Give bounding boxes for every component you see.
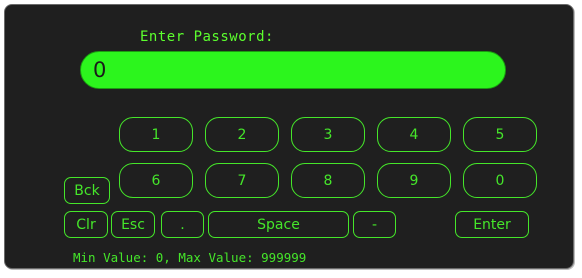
password-value: 0 bbox=[93, 58, 107, 82]
password-keypad-panel: Enter Password: 0 1 2 3 4 5 Bck 6 7 8 9 … bbox=[4, 4, 574, 269]
enter-button[interactable]: Enter bbox=[455, 211, 529, 238]
window-frame: Enter Password: 0 1 2 3 4 5 Bck 6 7 8 9 … bbox=[0, 0, 582, 278]
key-9-button[interactable]: 9 bbox=[377, 163, 451, 198]
key-2-button[interactable]: 2 bbox=[205, 117, 279, 152]
escape-button[interactable]: Esc bbox=[111, 211, 155, 238]
dialog-title: Enter Password: bbox=[140, 29, 274, 45]
key-4-button[interactable]: 4 bbox=[377, 117, 451, 152]
key-0-button[interactable]: 0 bbox=[463, 163, 537, 198]
space-button[interactable]: Space bbox=[208, 211, 349, 238]
minus-button[interactable]: - bbox=[353, 211, 396, 238]
decimal-point-button[interactable]: . bbox=[161, 211, 204, 238]
clear-button[interactable]: Clr bbox=[64, 211, 108, 238]
backspace-button[interactable]: Bck bbox=[64, 177, 110, 204]
key-1-button[interactable]: 1 bbox=[119, 117, 193, 152]
key-6-button[interactable]: 6 bbox=[119, 163, 193, 198]
key-7-button[interactable]: 7 bbox=[205, 163, 279, 198]
key-3-button[interactable]: 3 bbox=[291, 117, 365, 152]
value-range-hint: Min Value: 0, Max Value: 999999 bbox=[73, 250, 307, 265]
password-display-field[interactable]: 0 bbox=[80, 51, 506, 89]
key-8-button[interactable]: 8 bbox=[291, 163, 365, 198]
key-5-button[interactable]: 5 bbox=[463, 117, 537, 152]
